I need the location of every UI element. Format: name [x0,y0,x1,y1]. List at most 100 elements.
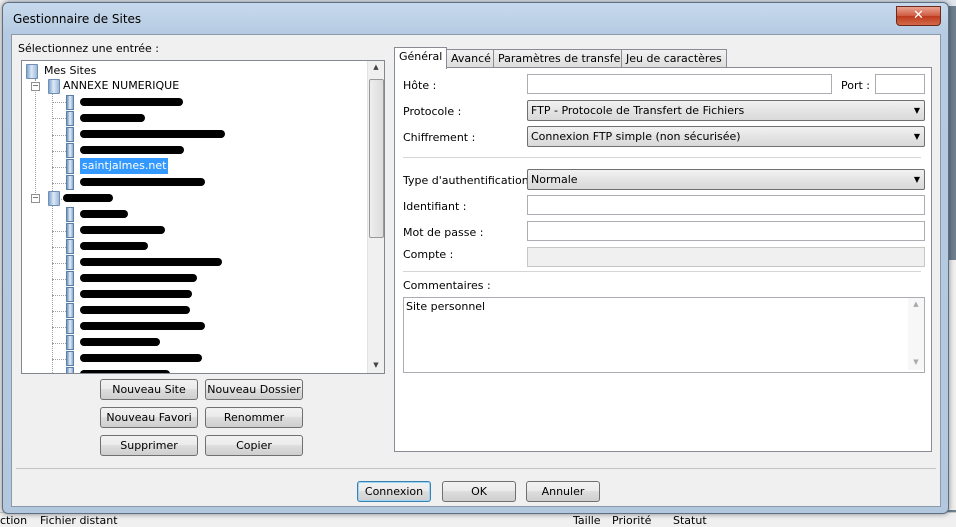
ok-button[interactable]: OK [442,481,516,502]
redacted-site-name [80,322,205,330]
dialog-title: Gestionnaire de Sites [13,12,142,26]
tab-transfer-settings[interactable]: Paramètres de transfert [493,49,635,68]
user-input[interactable] [527,195,925,215]
scroll-up-icon[interactable]: ▲ [368,63,384,71]
port-input[interactable] [875,74,925,94]
divider [403,271,921,272]
server-icon [66,175,74,190]
server-icon [66,207,74,222]
host-input[interactable] [527,74,832,94]
server-icon [66,95,74,110]
comments-textarea[interactable]: Site personnel ▲ ▼ [403,297,925,373]
tree-scrollbar[interactable]: ▲ ▼ [367,61,384,373]
redacted-site-name [80,146,184,154]
tree-site-item[interactable] [66,286,266,302]
tree-site-item[interactable] [66,270,266,286]
tree-site-item[interactable] [66,126,266,142]
delete-button[interactable]: Supprimer [100,435,198,456]
tree-root-label: Mes Sites [44,64,97,77]
rename-button[interactable]: Renommer [205,407,303,428]
encryption-value: Connexion FTP simple (non sécurisée) [531,130,741,143]
close-button[interactable]: ✕ [896,6,941,26]
server-icon [66,159,74,174]
encryption-label: Chiffrement : [403,131,476,144]
tree-site-item[interactable] [66,110,266,126]
tree-folder-annexe[interactable]: − ANNEXE NUMERIQUE [30,78,250,94]
redacted-folder-name [63,194,113,202]
tree-site-item[interactable] [66,222,266,238]
comments-text: Site personnel [406,300,486,313]
redacted-site-name [80,130,225,138]
scroll-up-icon[interactable]: ▲ [908,300,924,308]
redacted-site-name [80,274,197,282]
chevron-down-icon: ▼ [913,175,920,184]
redacted-site-name [80,114,145,122]
encryption-select[interactable]: Connexion FTP simple (non sécurisée) ▼ [527,126,925,147]
tree-site-item-selected[interactable]: saintjalmes.net [66,158,266,174]
collapse-icon[interactable]: − [31,82,40,91]
server-icon [66,319,74,334]
tree-site-item[interactable] [66,318,266,334]
site-tree[interactable]: Mes Sites − ANNEXE NUMERIQUE saintjalmes… [21,60,385,374]
tree-site-item[interactable] [66,142,266,158]
host-label: Hôte : [403,79,437,92]
chevron-down-icon: ▼ [913,106,920,115]
divider [403,157,921,158]
server-icon [66,255,74,270]
redacted-site-name [80,354,202,362]
protocol-label: Protocole : [403,105,462,118]
server-icon [66,303,74,318]
tree-site-item[interactable] [66,94,266,110]
redacted-site-name [80,178,205,186]
queue-col-action[interactable]: ction [0,514,27,527]
new-site-button[interactable]: Nouveau Site [100,379,198,400]
collapse-icon[interactable]: − [31,194,40,203]
dialog-client-area: Sélectionnez une entrée : Mes Sites − AN… [11,34,941,507]
account-label: Compte : [403,248,454,261]
account-input [527,247,925,267]
protocol-select[interactable]: FTP - Protocole de Transfert de Fichiers… [527,100,925,121]
queue-col-status[interactable]: Statut [673,514,707,527]
protocol-value: FTP - Protocole de Transfert de Fichiers [531,104,745,117]
tree-site-item[interactable] [66,238,266,254]
tree-site-item[interactable] [66,366,266,373]
folder-icon [26,64,38,79]
port-label: Port : [841,79,871,92]
scroll-thumb[interactable] [369,79,384,238]
folder-icon [48,191,60,206]
redacted-site-name [80,258,222,266]
folder-icon [48,79,60,94]
server-icon [66,287,74,302]
redacted-site-name [80,338,160,346]
tree-site-item[interactable] [66,254,266,270]
close-icon: ✕ [913,8,924,23]
tree-folder-label: ANNEXE NUMERIQUE [63,79,180,92]
server-icon [66,351,74,366]
tree-site-item[interactable] [66,350,266,366]
connect-button[interactable]: Connexion [357,481,431,502]
new-folder-button[interactable]: Nouveau Dossier [205,379,303,400]
copy-button[interactable]: Copier [205,435,303,456]
tree-site-item[interactable] [66,206,266,222]
server-icon [66,143,74,158]
general-tab-panel: Hôte : Port : Protocole : FTP - Protocol… [394,67,932,452]
tab-general[interactable]: Général [394,47,448,69]
tree-site-item[interactable] [66,174,266,190]
new-bookmark-button[interactable]: Nouveau Favori [100,407,198,428]
tab-advanced[interactable]: Avancé [446,49,496,68]
tree-site-item[interactable] [66,302,266,318]
cancel-button[interactable]: Annuler [526,481,600,502]
tree-site-item[interactable] [66,334,266,350]
tree-folder-item[interactable]: − [30,190,250,206]
site-manager-dialog: Gestionnaire de Sites ✕ Sélectionnez une… [2,2,949,514]
tab-charset[interactable]: Jeu de caractères [621,49,727,68]
comments-scrollbar[interactable]: ▲ ▼ [908,298,924,370]
server-icon [66,127,74,142]
scroll-down-icon[interactable]: ▼ [908,358,924,366]
auth-type-select[interactable]: Normale ▼ [527,169,925,190]
queue-col-size[interactable]: Taille [573,514,601,527]
scroll-down-icon[interactable]: ▼ [368,361,384,369]
password-input[interactable] [527,221,925,241]
queue-col-remote-file[interactable]: Fichier distant [40,514,118,527]
queue-col-priority[interactable]: Priorité [612,514,651,527]
